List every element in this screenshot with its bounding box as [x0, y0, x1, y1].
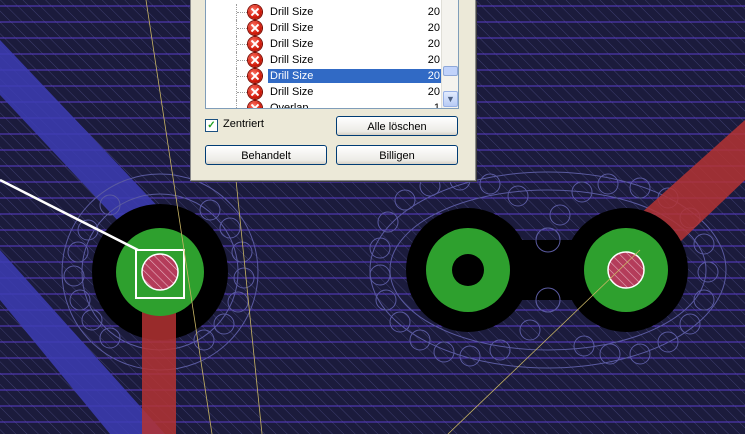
drill-mid — [452, 254, 484, 286]
list-item[interactable]: Drill Size 20 — [206, 52, 442, 68]
error-icon — [248, 69, 262, 83]
list-item[interactable]: Drill Size 20 — [206, 20, 442, 36]
list-item[interactable]: Drill Size 20 — [206, 84, 442, 100]
clear-all-button[interactable]: Alle löschen — [336, 116, 458, 136]
list-item[interactable]: Overlap 1 — [206, 100, 442, 108]
chevron-down-icon[interactable]: ▼ — [443, 91, 458, 107]
scrollbar-thumb[interactable] — [443, 66, 458, 76]
error-icon — [248, 21, 262, 35]
list-item[interactable]: Drill Size 20 — [206, 36, 442, 52]
centered-checkbox-label: Zentriert — [223, 118, 264, 130]
error-icon — [248, 53, 262, 67]
drill-right — [607, 251, 645, 289]
handled-button[interactable]: Behandelt — [205, 145, 327, 165]
red-trace-down — [142, 300, 176, 434]
drill-left — [141, 253, 179, 291]
error-icon — [248, 5, 262, 19]
error-icon — [248, 85, 262, 99]
drc-dialog: Drill Size 20 Drill Size 20 Drill Size 2… — [190, 0, 476, 181]
centered-checkbox[interactable]: ✓ — [205, 119, 218, 132]
approve-button[interactable]: Billigen — [336, 145, 458, 165]
error-icon — [248, 101, 262, 108]
list-item[interactable]: Drill Size 20 — [206, 4, 442, 20]
violation-list[interactable]: Drill Size 20 Drill Size 20 Drill Size 2… — [205, 0, 459, 109]
list-scrollbar[interactable]: ▼ — [441, 0, 458, 108]
error-icon — [248, 37, 262, 51]
list-item-selected[interactable]: Drill Size 20 — [206, 68, 442, 84]
